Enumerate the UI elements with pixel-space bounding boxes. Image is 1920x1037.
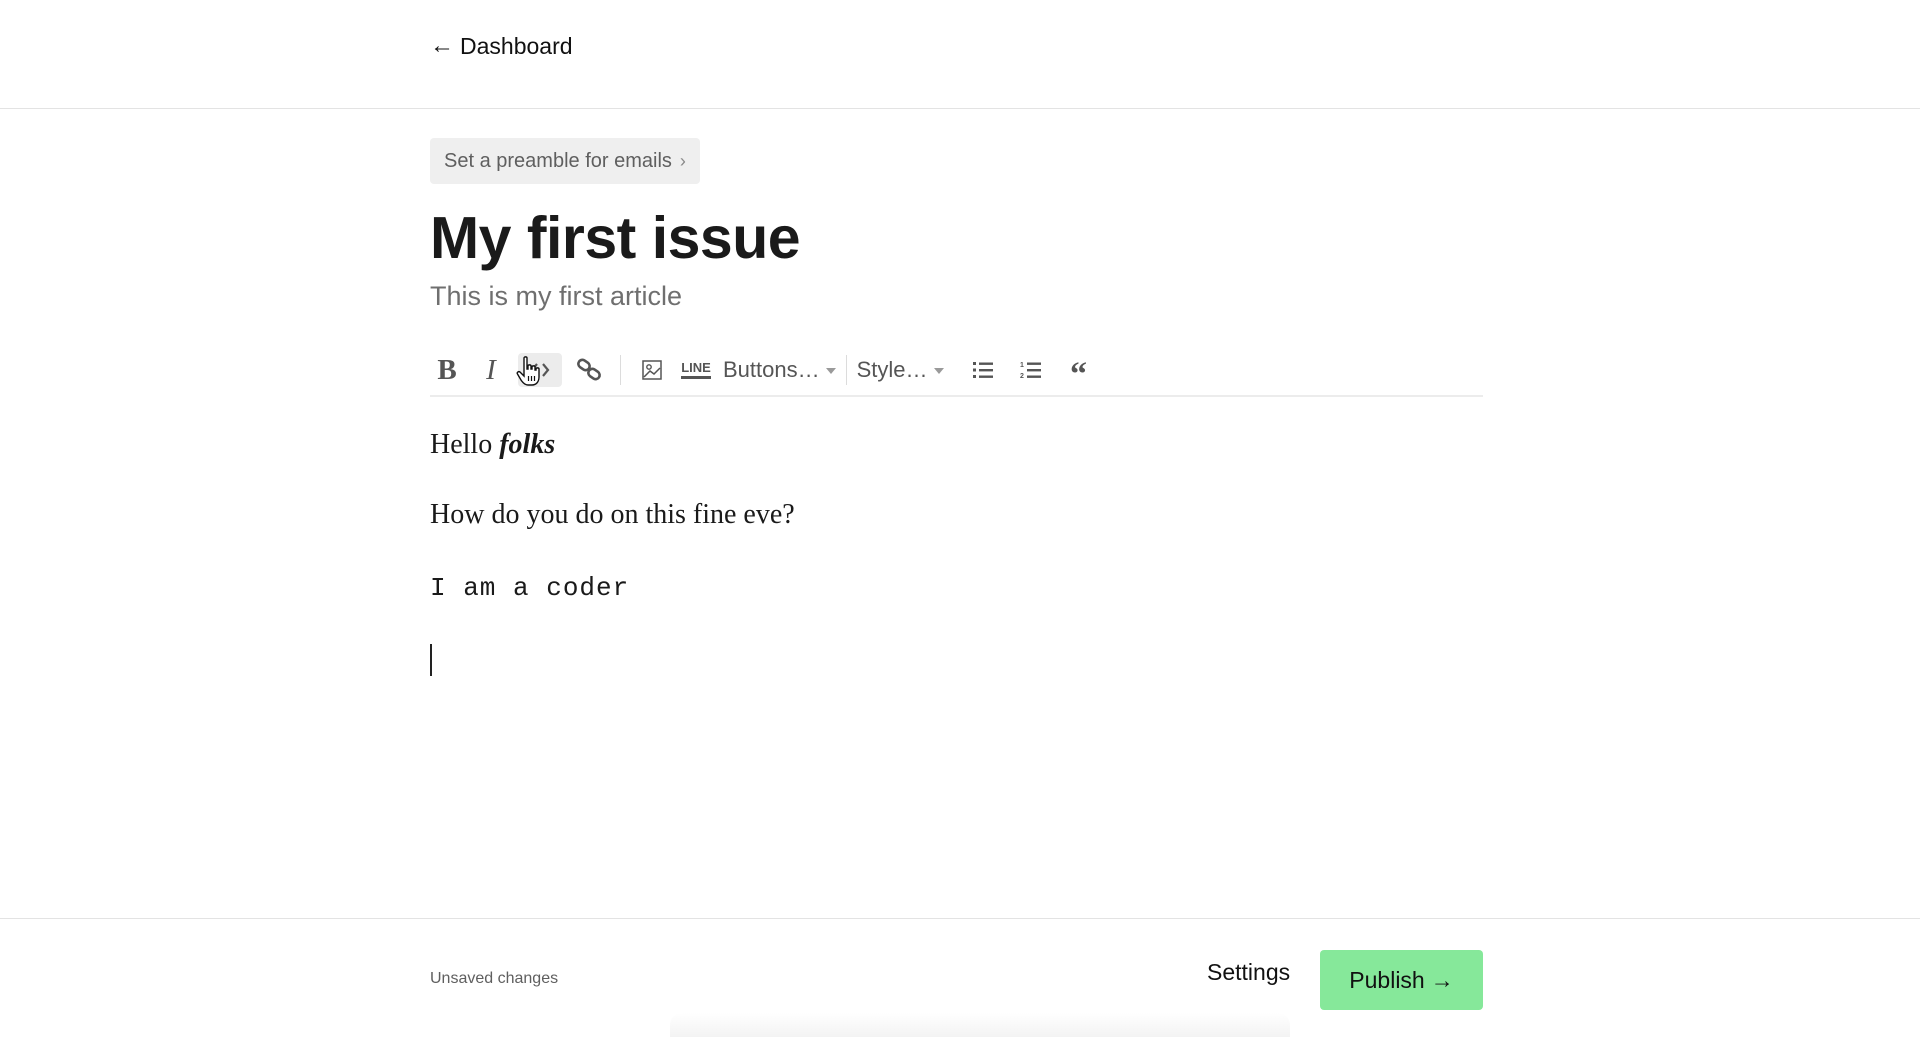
set-preamble-button[interactable]: Set a preamble for emails ›	[430, 138, 700, 184]
numbered-list-button[interactable]: 1 2	[1014, 353, 1048, 387]
style-dropdown-label: Style…	[856, 357, 928, 382]
bullet-list-button[interactable]	[966, 353, 1000, 387]
editor-footer: Unsaved changes Settings Publish →	[0, 918, 1920, 1037]
style-dropdown[interactable]: Style…	[857, 357, 944, 383]
caret-down-icon	[825, 368, 836, 374]
code-button[interactable]	[518, 353, 562, 387]
insert-image-button[interactable]	[635, 353, 669, 387]
numbered-list-icon: 1 2	[1020, 362, 1041, 380]
paragraph-text: Hello	[430, 429, 500, 460]
bottom-shadow	[670, 1013, 1290, 1037]
back-link-label: Dashboard	[460, 32, 573, 59]
arrow-right-icon: →	[1430, 966, 1454, 993]
formatting-toolbar: B I LINE Buttons… Style… 1 2 “	[430, 345, 1483, 397]
line-icon: LINE	[681, 361, 711, 379]
text-cursor	[430, 644, 432, 676]
post-title[interactable]: My first issue	[430, 204, 801, 272]
svg-text:2: 2	[1020, 373, 1024, 380]
buttons-dropdown[interactable]: Buttons…	[723, 357, 836, 383]
caret-down-icon	[933, 368, 944, 374]
buttons-dropdown-label: Buttons…	[723, 357, 820, 382]
blockquote-button[interactable]: “	[1062, 348, 1096, 392]
publish-button[interactable]: Publish →	[1320, 950, 1483, 1010]
svg-text:1: 1	[1020, 362, 1024, 369]
insert-line-button[interactable]: LINE	[679, 353, 713, 387]
link-button[interactable]	[572, 353, 606, 387]
chevron-right-icon: ›	[679, 150, 686, 171]
bold-button[interactable]: B	[430, 353, 464, 387]
code-paragraph[interactable]: I am a coder	[430, 573, 629, 603]
quote-icon: “	[1070, 356, 1088, 393]
paragraph[interactable]: How do you do on this fine eve?	[430, 499, 795, 531]
publish-label: Publish	[1349, 966, 1425, 993]
bullet-list-icon	[972, 362, 993, 378]
link-icon	[577, 358, 601, 381]
back-arrow-icon: ←	[430, 32, 454, 59]
italic-button[interactable]: I	[474, 353, 508, 387]
toolbar-divider	[845, 355, 847, 385]
bold-italic-text: folks	[499, 429, 556, 460]
preamble-label: Set a preamble for emails	[444, 149, 672, 172]
save-status: Unsaved changes	[430, 970, 559, 987]
code-icon	[530, 363, 550, 377]
toolbar-divider	[620, 355, 621, 385]
post-subtitle[interactable]: This is my first article	[430, 281, 682, 312]
settings-button[interactable]: Settings	[1207, 959, 1290, 986]
paragraph[interactable]: Hello folks	[430, 429, 555, 461]
back-to-dashboard-link[interactable]: ← Dashboard	[430, 32, 573, 60]
top-header: ← Dashboard	[0, 0, 1920, 109]
image-icon	[642, 360, 662, 380]
